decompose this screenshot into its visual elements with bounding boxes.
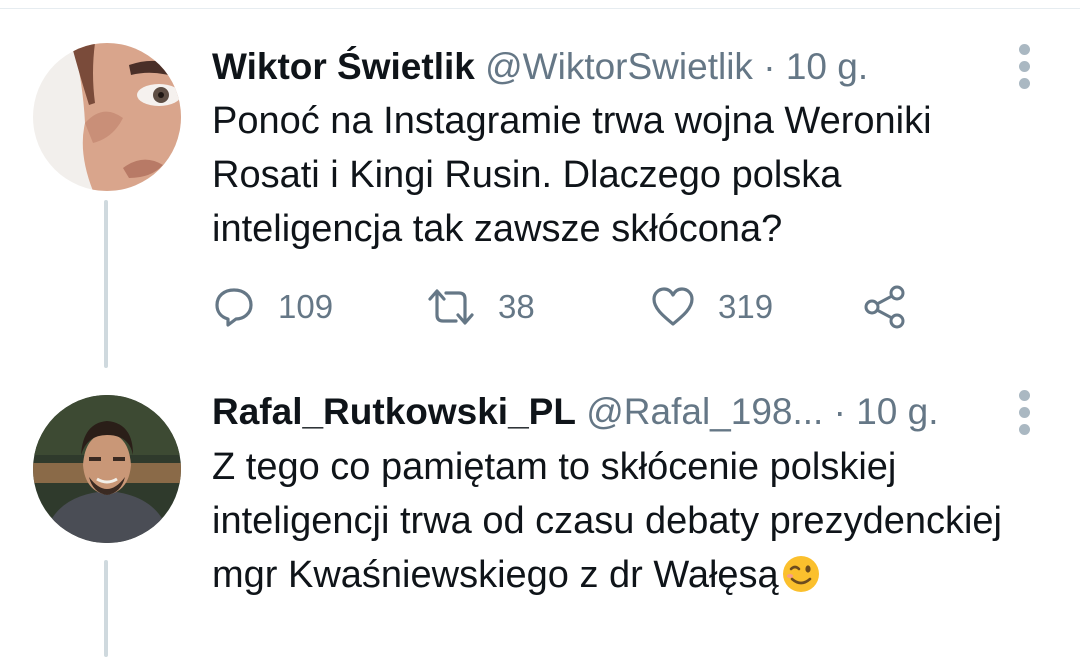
like-button[interactable]: 319	[650, 280, 773, 334]
timestamp[interactable]: 10 g.	[786, 46, 868, 87]
retweet-icon	[428, 289, 474, 325]
separator-dot: ·	[763, 46, 776, 87]
heart-icon	[652, 287, 694, 326]
avatar-photo-rafal	[33, 395, 181, 543]
avatar[interactable]	[33, 43, 181, 191]
top-divider	[0, 0, 1080, 9]
avatar-photo-wiktor	[33, 43, 181, 191]
like-count: 319	[718, 288, 774, 325]
more-options-icon[interactable]	[1015, 44, 1035, 94]
display-name[interactable]: Wiktor Świetlik	[212, 46, 475, 87]
thread-connector-line	[104, 560, 108, 657]
reply-button[interactable]: 109	[212, 280, 333, 334]
more-options-icon[interactable]	[1015, 390, 1035, 440]
winking-face-emoji-icon	[781, 554, 821, 609]
share-button[interactable]	[862, 280, 908, 334]
reply-count: 109	[278, 288, 334, 325]
tweet-text: Z tego co pamiętam to skłócenie polskiej…	[212, 440, 1032, 609]
timestamp[interactable]: 10 g.	[856, 391, 938, 432]
display-name[interactable]: Rafal_Rutkowski_PL	[212, 391, 576, 432]
avatar[interactable]	[33, 395, 181, 543]
retweet-button[interactable]: 38	[426, 280, 535, 334]
tweet-header: Rafal_Rutkowski_PL @Rafal_198... · 10 g.	[212, 390, 939, 434]
reply-icon	[215, 288, 253, 327]
share-icon	[864, 285, 905, 329]
separator-dot: ·	[833, 391, 846, 432]
tweet-text: Ponoć na Instagramie trwa wojna Weroniki…	[212, 100, 932, 250]
user-handle[interactable]: @Rafal_198...	[586, 391, 823, 432]
tweet-header: Wiktor Świetlik @WiktorSwietlik · 10 g.	[212, 45, 868, 89]
thread-connector-line	[104, 200, 108, 368]
tweet-text-body: Z tego co pamiętam to skłócenie polskiej…	[212, 446, 1002, 596]
user-handle[interactable]: @WiktorSwietlik	[485, 46, 753, 87]
retweet-count: 38	[498, 288, 535, 325]
